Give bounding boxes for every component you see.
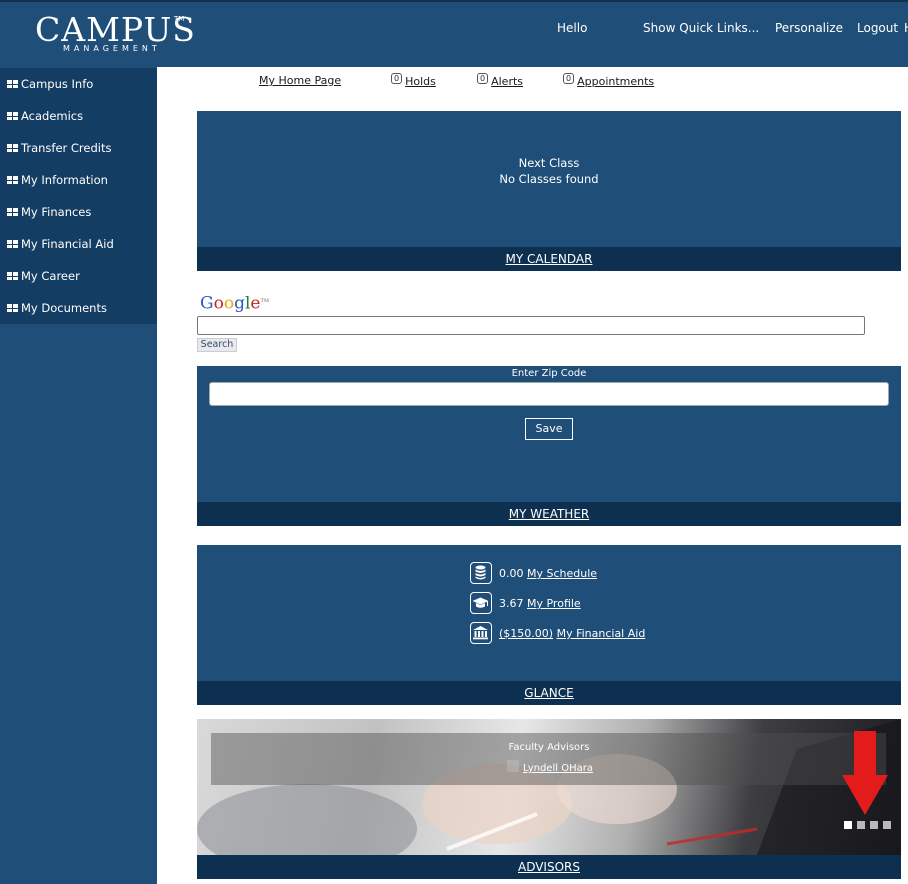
help-link-clipped[interactable]: H <box>904 20 908 36</box>
holds-link[interactable]: 0 Holds <box>391 73 436 90</box>
sidebar-item-label: My Information <box>21 173 108 187</box>
zip-code-input[interactable] <box>209 382 889 406</box>
advisor-name-link[interactable]: Lyndell OHara <box>197 762 908 776</box>
google-search-input[interactable] <box>197 316 865 335</box>
holds-count-badge: 0 <box>391 73 403 84</box>
grid-icon <box>7 304 18 312</box>
glance-row-financial-aid: ($150.00) My Financial Aid <box>499 626 645 642</box>
sidebar-item-label: Transfer Credits <box>21 141 112 155</box>
financial-aid-value[interactable]: ($150.00) <box>499 627 553 640</box>
campus-logo: CAMPUS <box>35 10 196 49</box>
carousel-dot-3[interactable] <box>870 821 878 829</box>
alerts-count-badge: 0 <box>477 73 489 84</box>
my-home-page-link[interactable]: My Home Page <box>259 73 341 89</box>
my-profile-link[interactable]: My Profile <box>527 597 581 610</box>
sidebar-item-my-financial-aid[interactable]: My Financial Aid <box>7 228 155 260</box>
sidebar-item-my-documents[interactable]: My Documents <box>7 292 155 324</box>
quick-links-link[interactable]: Show Quick Links... <box>643 20 759 36</box>
sidebar-item-label: My Finances <box>21 205 92 219</box>
glance-row-schedule: 0.00 My Schedule <box>499 566 597 582</box>
carousel-dot-1[interactable] <box>844 821 852 829</box>
sidebar-item-my-information[interactable]: My Information <box>7 164 155 196</box>
glance-row-profile: 3.67 My Profile <box>499 596 581 612</box>
glance-link[interactable]: GLANCE <box>197 681 901 705</box>
graduation-cap-icon <box>470 592 492 614</box>
google-search-button[interactable]: Search <box>197 338 237 352</box>
advisors-link[interactable]: ADVISORS <box>197 855 901 879</box>
sidebar-item-label: My Financial Aid <box>21 237 114 251</box>
sidebar-item-my-career[interactable]: My Career <box>7 260 155 292</box>
sidebar-item-my-finances[interactable]: My Finances <box>7 196 155 228</box>
my-calendar-link[interactable]: MY CALENDAR <box>197 247 901 271</box>
next-class-label: Next Class <box>518 156 580 170</box>
grid-icon <box>7 80 18 88</box>
grid-icon <box>7 176 18 184</box>
database-icon <box>470 562 492 584</box>
grid-icon <box>7 208 18 216</box>
sidebar-item-academics[interactable]: Academics <box>7 100 155 132</box>
faculty-advisors-title: Faculty Advisors <box>508 742 590 753</box>
sidebar-item-label: My Documents <box>21 301 107 315</box>
grid-icon <box>7 112 18 120</box>
save-button[interactable]: Save <box>525 418 573 440</box>
carousel-dot-2[interactable] <box>857 821 865 829</box>
sidebar-menu: Campus Info Academics Transfer Credits M… <box>0 68 157 324</box>
red-arrow-annotation <box>842 731 888 821</box>
sidebar-item-campus-info[interactable]: Campus Info <box>7 68 155 100</box>
grid-icon <box>7 144 18 152</box>
bank-icon <box>470 622 492 644</box>
sidebar-item-transfer-credits[interactable]: Transfer Credits <box>7 132 155 164</box>
sidebar-item-label: Academics <box>21 109 84 123</box>
zip-code-label: Enter Zip Code <box>511 368 587 379</box>
logo-trademark: TM <box>174 15 185 23</box>
holds-label: Holds <box>405 75 436 88</box>
personalize-link[interactable]: Personalize <box>775 20 843 36</box>
hello-text: Hello <box>557 21 588 35</box>
my-schedule-link[interactable]: My Schedule <box>527 567 597 580</box>
carousel-dot-4[interactable] <box>883 821 891 829</box>
schedule-value: 0.00 <box>499 567 524 580</box>
grid-icon <box>7 272 18 280</box>
appointments-count-badge: 0 <box>563 73 575 84</box>
no-classes-text: No Classes found <box>499 172 599 186</box>
grid-icon <box>7 240 18 248</box>
gpa-value: 3.67 <box>499 597 524 610</box>
alerts-link[interactable]: 0 Alerts <box>477 73 523 90</box>
sidebar-item-label: Campus Info <box>21 77 94 91</box>
my-financial-aid-link[interactable]: My Financial Aid <box>557 627 646 640</box>
google-logo: GoogleTM <box>200 293 269 314</box>
sidebar-item-label: My Career <box>21 269 80 283</box>
appointments-label: Appointments <box>577 75 655 88</box>
alerts-label: Alerts <box>491 75 524 88</box>
appointments-link[interactable]: 0 Appointments <box>563 73 654 90</box>
logo-subtitle: MANAGEMENT <box>63 44 161 53</box>
logout-link[interactable]: Logout <box>857 20 898 36</box>
my-weather-link[interactable]: MY WEATHER <box>197 502 901 526</box>
